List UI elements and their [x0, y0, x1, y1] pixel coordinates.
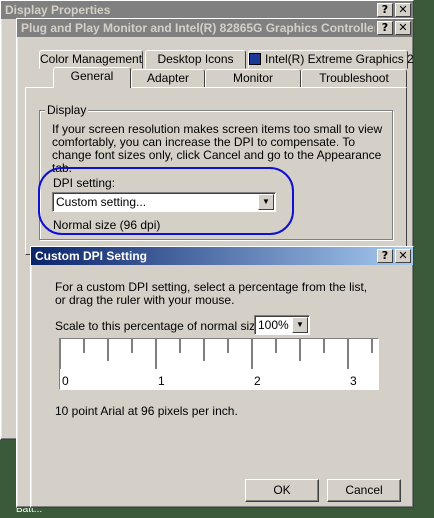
intel-graphics-icon — [249, 53, 261, 65]
close-button[interactable]: ✕ — [395, 21, 411, 35]
scale-label: Scale to this percentage of normal size: — [55, 319, 266, 333]
sample-text: 10 point Arial at 96 pixels per inch. — [55, 404, 238, 418]
ruler-ticks — [60, 339, 373, 369]
highlight-ellipse — [38, 167, 294, 235]
window-title: Display Properties — [5, 3, 111, 17]
chevron-down-icon[interactable]: ▼ — [292, 317, 308, 333]
ruler-number: 3 — [350, 374, 357, 388]
help-button[interactable]: ? — [377, 3, 393, 17]
tab-monitor[interactable]: Monitor — [205, 69, 301, 88]
tab-intel-graphics[interactable]: Intel(R) Extreme Graphics 2 — [248, 50, 414, 69]
ruler-number: 2 — [254, 374, 261, 388]
display-group-label: Display — [45, 103, 89, 117]
tab-troubleshoot[interactable]: Troubleshoot — [301, 69, 407, 88]
dpi-ruler[interactable]: 0 1 2 3 — [59, 338, 379, 390]
window-title: Plug and Play Monitor and Intel(R) 82865… — [21, 21, 375, 35]
cancel-button[interactable]: Cancel — [327, 479, 401, 502]
custom-dpi-titlebar[interactable]: Custom DPI Setting ? ✕ — [31, 247, 413, 265]
help-button[interactable]: ? — [377, 21, 393, 35]
close-button[interactable]: ✕ — [395, 3, 411, 17]
display-properties-titlebar[interactable]: Display Properties ? ✕ — [1, 1, 413, 19]
help-button[interactable]: ? — [377, 249, 393, 263]
ruler-number: 1 — [158, 374, 165, 388]
ruler-number: 0 — [62, 374, 69, 388]
dialog-instructions: For a custom DPI setting, select a perce… — [55, 280, 368, 307]
close-button[interactable]: ✕ — [395, 249, 411, 263]
tab-adapter[interactable]: Adapter — [131, 69, 205, 88]
custom-dpi-dialog: Custom DPI Setting ? ✕ For a custom DPI … — [30, 246, 414, 508]
tab-general[interactable]: General — [53, 67, 131, 88]
tab-intel-graphics-label: Intel(R) Extreme Graphics 2 — [265, 52, 414, 66]
monitor-properties-titlebar[interactable]: Plug and Play Monitor and Intel(R) 82865… — [17, 19, 413, 37]
tab-desktop-icons[interactable]: Desktop Icons — [145, 50, 246, 69]
scale-percentage-dropdown[interactable]: 100% ▼ — [254, 315, 310, 335]
dialog-title: Custom DPI Setting — [35, 249, 148, 263]
ok-button[interactable]: OK — [245, 479, 319, 502]
scale-percentage-value: 100% — [258, 318, 289, 332]
